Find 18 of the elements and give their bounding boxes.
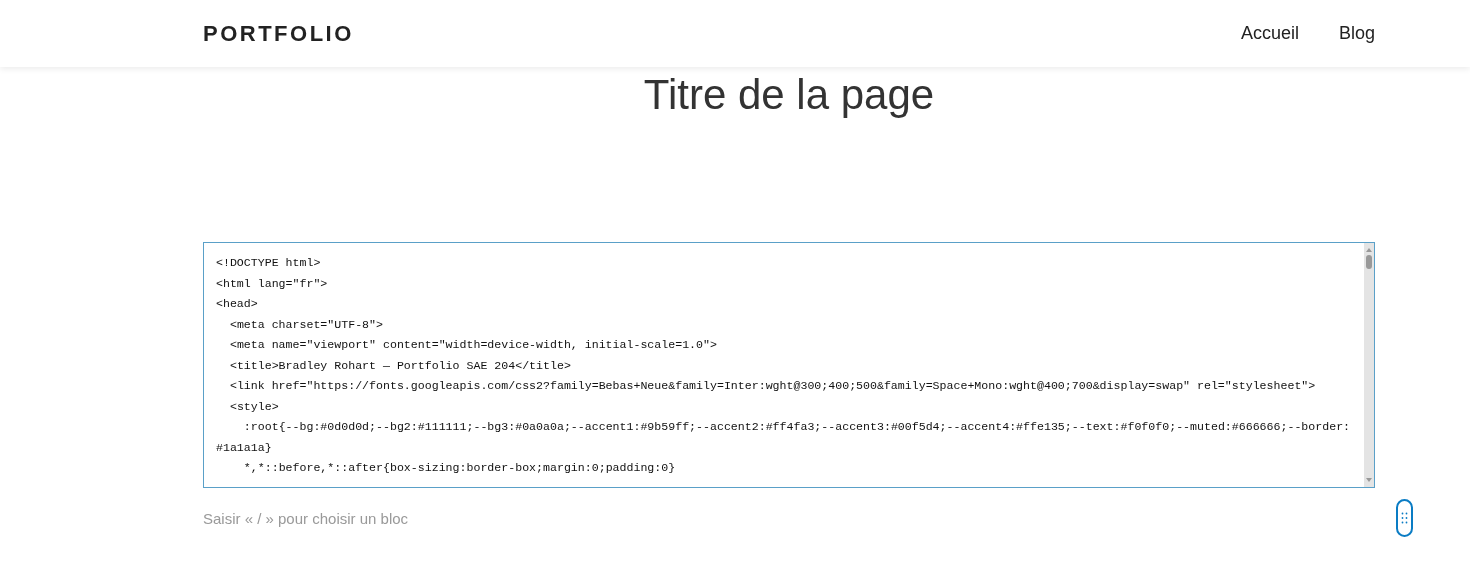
code-line: *,*::before,*::after{box-sizing:border-box;margin:0;padding:0}: [242, 460, 677, 476]
code-line: <link href="https://fonts.googleapis.com/css2?family=Bebas+Neue&family=Inter:wght@300;400;500&family=Space+Mono:wght@400;700&display=swap" rel="stylesheet">: [228, 378, 1317, 394]
code-line: <html lang="fr">: [216, 275, 329, 292]
nav-link[interactable]: Blog: [1338, 23, 1375, 44]
code-line: <title>Bradley Rohart — Portfolio SAE 204</title>: [228, 357, 572, 374]
nav-link[interactable]: Accueil: [1240, 23, 1299, 44]
code-line: <!DOCTYPE html>: [216, 255, 322, 271]
page-title: Titre de la page: [643, 71, 935, 118]
drag-dots-icon: [1401, 512, 1408, 524]
code-line: <head>: [216, 296, 259, 312]
code-line: <meta charset="UTF-8">: [228, 316, 384, 333]
drag-handle[interactable]: [1396, 499, 1413, 537]
code-line: <meta name="viewport" content="width=device-width, initial-scale=1.0">: [228, 337, 718, 353]
code-line: :root{--bg:#0d0d0d;--bg2:#111111;--bg3:#0a0a0a;--accent1:#9b59ff;--accent2:#ff4fa3;--accent3:#00f5d4;--accent4:#ffe135;--text:#f0f0f0;--muted:#666666;--border:#1a1a1a}: [216, 419, 1352, 456]
block-input-field[interactable]: Saisir « / » pour choisir un bloc: [203, 509, 603, 527]
site-logo: PORTFOLIO: [203, 20, 354, 47]
code-line: <style>: [228, 398, 280, 415]
code-editor[interactable]: [203, 242, 1375, 488]
